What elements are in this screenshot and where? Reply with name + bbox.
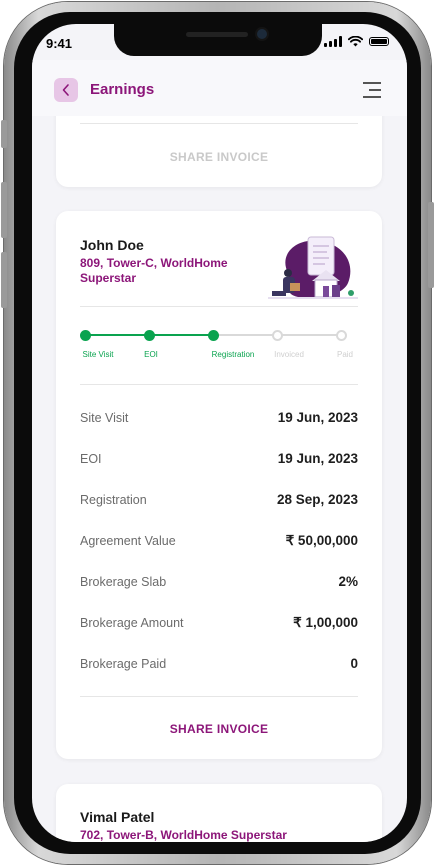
- step-label-paid: Paid: [336, 350, 354, 359]
- signal-icon: [324, 36, 342, 47]
- row-label-brokerage-amount: Brokerage Amount: [80, 616, 184, 630]
- row-label-brokerage-slab: Brokerage Slab: [80, 575, 167, 589]
- lead-address: 702, Tower-B, WorldHome Superstar: [80, 828, 287, 842]
- row-label-brokerage-paid: Brokerage Paid: [80, 657, 167, 671]
- step-label-eoi: EOI: [144, 350, 158, 359]
- share-invoice-button[interactable]: SHARE INVOICE: [56, 722, 382, 736]
- lead-address-line1: 809, Tower-C, WorldHome: [80, 256, 228, 270]
- speaker: [186, 32, 248, 37]
- row-value-registration: 28 Sep, 2023: [276, 492, 358, 507]
- card-divider: [80, 696, 358, 697]
- status-icons: [324, 36, 389, 47]
- screen: 9:41 Earnings SHARE INVOICE John Doe 809…: [32, 24, 407, 842]
- volume-down-button: [1, 252, 7, 308]
- chevron-left-icon: [62, 84, 69, 96]
- step-label-site-visit: Site Visit: [82, 350, 114, 359]
- lead-address-line2: Superstar: [80, 271, 137, 285]
- card-divider: [80, 384, 358, 385]
- step-dot-eoi: [144, 330, 155, 341]
- page-title: Earnings: [90, 81, 155, 98]
- step-label-invoiced: Invoiced: [274, 350, 304, 359]
- earning-card: John Doe 809, Tower-C, WorldHome Superst…: [56, 211, 382, 759]
- card-divider: [80, 306, 358, 307]
- row-label-agreement-value: Agreement Value: [80, 534, 176, 548]
- lead-name: John Doe: [80, 237, 144, 253]
- row-value-agreement-value: ₹ 50,00,000: [285, 533, 358, 548]
- status-time: 9:41: [46, 36, 73, 51]
- row-label-site-visit: Site Visit: [80, 411, 129, 425]
- row-value-site-visit: 19 Jun, 2023: [277, 410, 358, 425]
- share-invoice-button[interactable]: SHARE INVOICE: [56, 150, 382, 164]
- step-label-registration: Registration: [211, 350, 255, 359]
- step-dot-site-visit: [80, 330, 91, 341]
- earning-card-next: Vimal Patel 702, Tower-B, WorldHome Supe…: [56, 784, 382, 842]
- row-value-brokerage-amount: ₹ 1,00,000: [293, 615, 358, 630]
- row-label-eoi: EOI: [80, 452, 102, 466]
- row-label-registration: Registration: [80, 493, 147, 507]
- app-header: Earnings: [32, 60, 407, 116]
- volume-up-button: [1, 182, 7, 238]
- power-button: [428, 202, 434, 288]
- row-value-brokerage-paid: 0: [350, 656, 358, 671]
- step-dot-paid: [336, 330, 347, 341]
- step-dot-invoiced: [272, 330, 283, 341]
- lead-name: Vimal Patel: [80, 809, 155, 825]
- menu-icon: [363, 82, 381, 84]
- notch: [114, 24, 322, 56]
- front-camera: [257, 29, 267, 39]
- card-divider: [80, 123, 358, 124]
- property-illustration: [268, 236, 358, 299]
- row-value-brokerage-slab: 2%: [338, 574, 358, 589]
- row-value-eoi: 19 Jun, 2023: [277, 451, 358, 466]
- menu-button[interactable]: [363, 82, 381, 103]
- wifi-icon: [348, 36, 363, 47]
- mute-switch: [1, 120, 7, 148]
- battery-icon: [369, 37, 389, 46]
- step-dot-registration: [208, 330, 219, 341]
- back-button[interactable]: [54, 78, 78, 102]
